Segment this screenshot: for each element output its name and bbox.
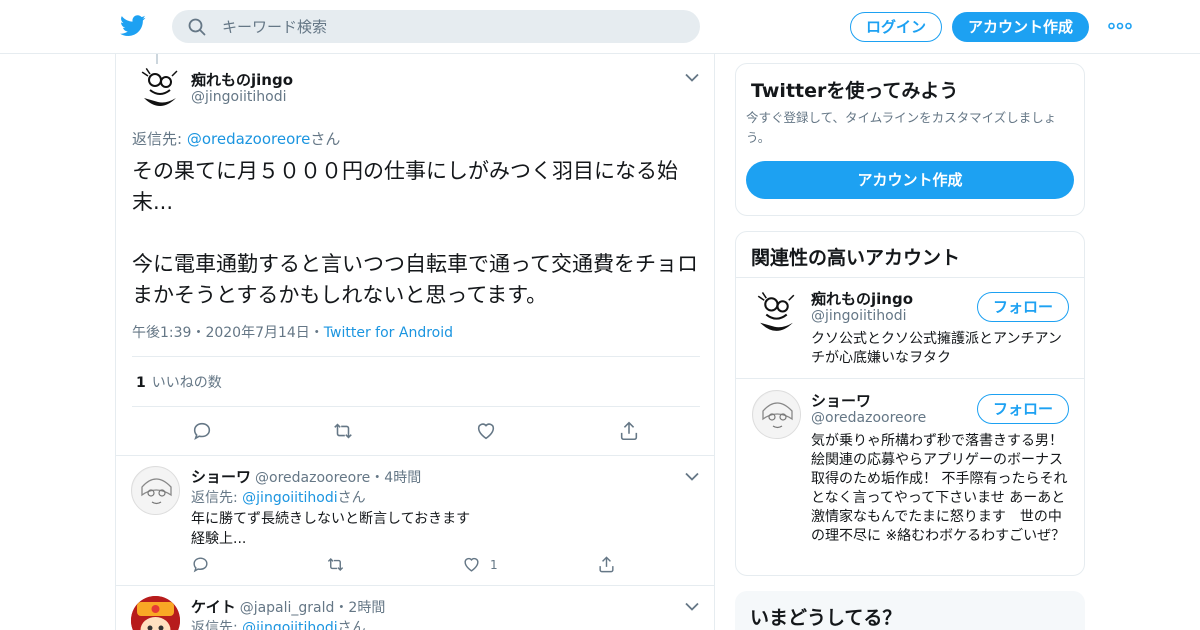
- chevron-down-icon[interactable]: [685, 472, 699, 481]
- tweet-timestamp[interactable]: 午後1:39・2020年7月14日・: [132, 325, 324, 341]
- twitter-bird-logo-icon[interactable]: [120, 14, 146, 38]
- divider: [116, 585, 714, 586]
- search-icon: [188, 18, 206, 36]
- like-heart-icon[interactable]: [462, 555, 481, 574]
- reply-header: ケイト @japali_grald・2時間: [191, 596, 385, 617]
- avatar[interactable]: [131, 466, 180, 515]
- avatar[interactable]: [136, 64, 184, 112]
- related-accounts-title: 関連性の高いアカウント: [751, 247, 961, 269]
- related-account-bio: 気が乗りゃ所構わず秒で落書きする男！ 絵関連の応募やらアプリゲーのボーナス取得の…: [811, 433, 1068, 544]
- reply-icon[interactable]: [191, 420, 213, 442]
- retweet-icon[interactable]: [332, 420, 354, 442]
- whats-happening-card: いまどうしてる？: [735, 591, 1085, 630]
- related-account-handle[interactable]: @oredazooreore: [811, 410, 926, 426]
- chevron-down-icon[interactable]: [685, 73, 699, 82]
- retweet-icon[interactable]: [326, 555, 345, 574]
- search-input[interactable]: [222, 10, 682, 43]
- reply-author-name[interactable]: ケイト: [191, 598, 236, 616]
- reply-to-label: 返信先:: [191, 620, 243, 630]
- reply-to-label: 返信先:: [191, 490, 243, 506]
- related-accounts-card: 関連性の高いアカウント 痴れものjingo @jingoiitihodi フォロ…: [735, 231, 1085, 576]
- more-options-icon[interactable]: [1108, 20, 1132, 32]
- reply-to-line: 返信先: @jingoiitihodiさん: [191, 617, 366, 630]
- reply-time[interactable]: ・4時間: [370, 470, 421, 486]
- like-stats[interactable]: 1 いいねの数: [136, 372, 222, 392]
- search-box[interactable]: [172, 10, 700, 43]
- signup-button[interactable]: アカウント作成: [952, 12, 1089, 42]
- top-navigation-bar: ログイン アカウント作成: [0, 0, 1200, 54]
- related-account-bio: クソ公式とクソ公式擁護派とアンチアンチが心底嫌いなヲタク: [811, 331, 1062, 366]
- share-icon[interactable]: [597, 555, 616, 574]
- doodle-avatar-icon: [137, 65, 183, 111]
- signup-card: Twitterを使ってみよう 今すぐ登録して、タイムラインをカスタマイズしましょ…: [735, 63, 1085, 216]
- tweet-metadata: 午後1:39・2020年7月14日・Twitter for Android: [132, 322, 453, 342]
- thread-connector-line: [156, 54, 158, 64]
- character-avatar-icon: [131, 596, 180, 630]
- like-count-label: いいねの数: [151, 375, 222, 391]
- divider: [132, 356, 700, 357]
- like-heart-icon[interactable]: [475, 420, 497, 442]
- reply-to-label: 返信先:: [132, 130, 187, 148]
- reply-author-handle[interactable]: @japali_grald: [240, 600, 335, 616]
- tweet-text: その果てに月５０００円の仕事にしがみつく羽目になる始末... 今に電車通勤すると…: [132, 159, 698, 307]
- tweet-source-link[interactable]: Twitter for Android: [324, 325, 453, 341]
- tweet-author-name[interactable]: 痴れものjingo: [191, 69, 293, 90]
- reply-to-line: 返信先: @oredazooreoreさん: [132, 128, 340, 149]
- related-account-handle[interactable]: @jingoiitihodi: [811, 308, 906, 324]
- follow-button[interactable]: フォロー: [977, 292, 1069, 322]
- avatar[interactable]: [752, 390, 801, 439]
- sketch-avatar-icon: [753, 391, 800, 438]
- signup-card-title: Twitterを使ってみよう: [751, 80, 959, 102]
- reply-to-suffix: さん: [310, 130, 341, 148]
- reply-like-count: 1: [490, 558, 498, 572]
- avatar[interactable]: [752, 288, 801, 337]
- divider: [736, 378, 1084, 379]
- related-account-name[interactable]: 痴れものjingo: [811, 288, 913, 309]
- reply-to-suffix: さん: [337, 620, 366, 630]
- like-count: 1: [136, 375, 146, 391]
- share-icon[interactable]: [618, 420, 640, 442]
- reply-author-name[interactable]: ショーワ: [191, 468, 251, 486]
- doodle-avatar-icon: [753, 289, 800, 336]
- reply-header: ショーワ @oredazooreore・4時間: [191, 466, 421, 487]
- sketch-avatar-icon: [132, 467, 179, 514]
- reply-text-line: 年に勝てず長続きしないと断言しておきます: [191, 511, 471, 527]
- reply-icon[interactable]: [191, 555, 210, 574]
- reply-time[interactable]: ・2時間: [334, 600, 385, 616]
- tweet-author-handle[interactable]: @jingoiitihodi: [191, 89, 286, 105]
- reply-to-handle-link[interactable]: @jingoiitihodi: [242, 620, 337, 630]
- related-account-name[interactable]: ショーワ: [811, 390, 871, 411]
- login-button[interactable]: ログイン: [850, 12, 942, 42]
- main-timeline-column: 痴れものjingo @jingoiitihodi 返信先: @oredazoor…: [115, 54, 715, 630]
- reply-to-suffix: さん: [337, 490, 366, 506]
- divider: [116, 455, 714, 456]
- follow-button[interactable]: フォロー: [977, 394, 1069, 424]
- reply-to-line: 返信先: @jingoiitihodiさん: [191, 487, 366, 507]
- avatar[interactable]: [131, 596, 180, 630]
- signup-card-button[interactable]: アカウント作成: [746, 161, 1074, 199]
- chevron-down-icon[interactable]: [685, 602, 699, 611]
- whats-happening-title: いまどうしてる？: [750, 607, 902, 629]
- reply-text-line: 経験上...: [191, 531, 247, 547]
- divider: [736, 277, 1084, 278]
- signup-card-subtitle: 今すぐ登録して、タイムラインをカスタマイズしましょう。: [746, 110, 1057, 145]
- reply-to-handle-link[interactable]: @jingoiitihodi: [242, 490, 337, 506]
- divider: [132, 406, 700, 407]
- reply-to-handle-link[interactable]: @oredazooreore: [187, 130, 311, 148]
- reply-author-handle[interactable]: @oredazooreore: [255, 470, 370, 486]
